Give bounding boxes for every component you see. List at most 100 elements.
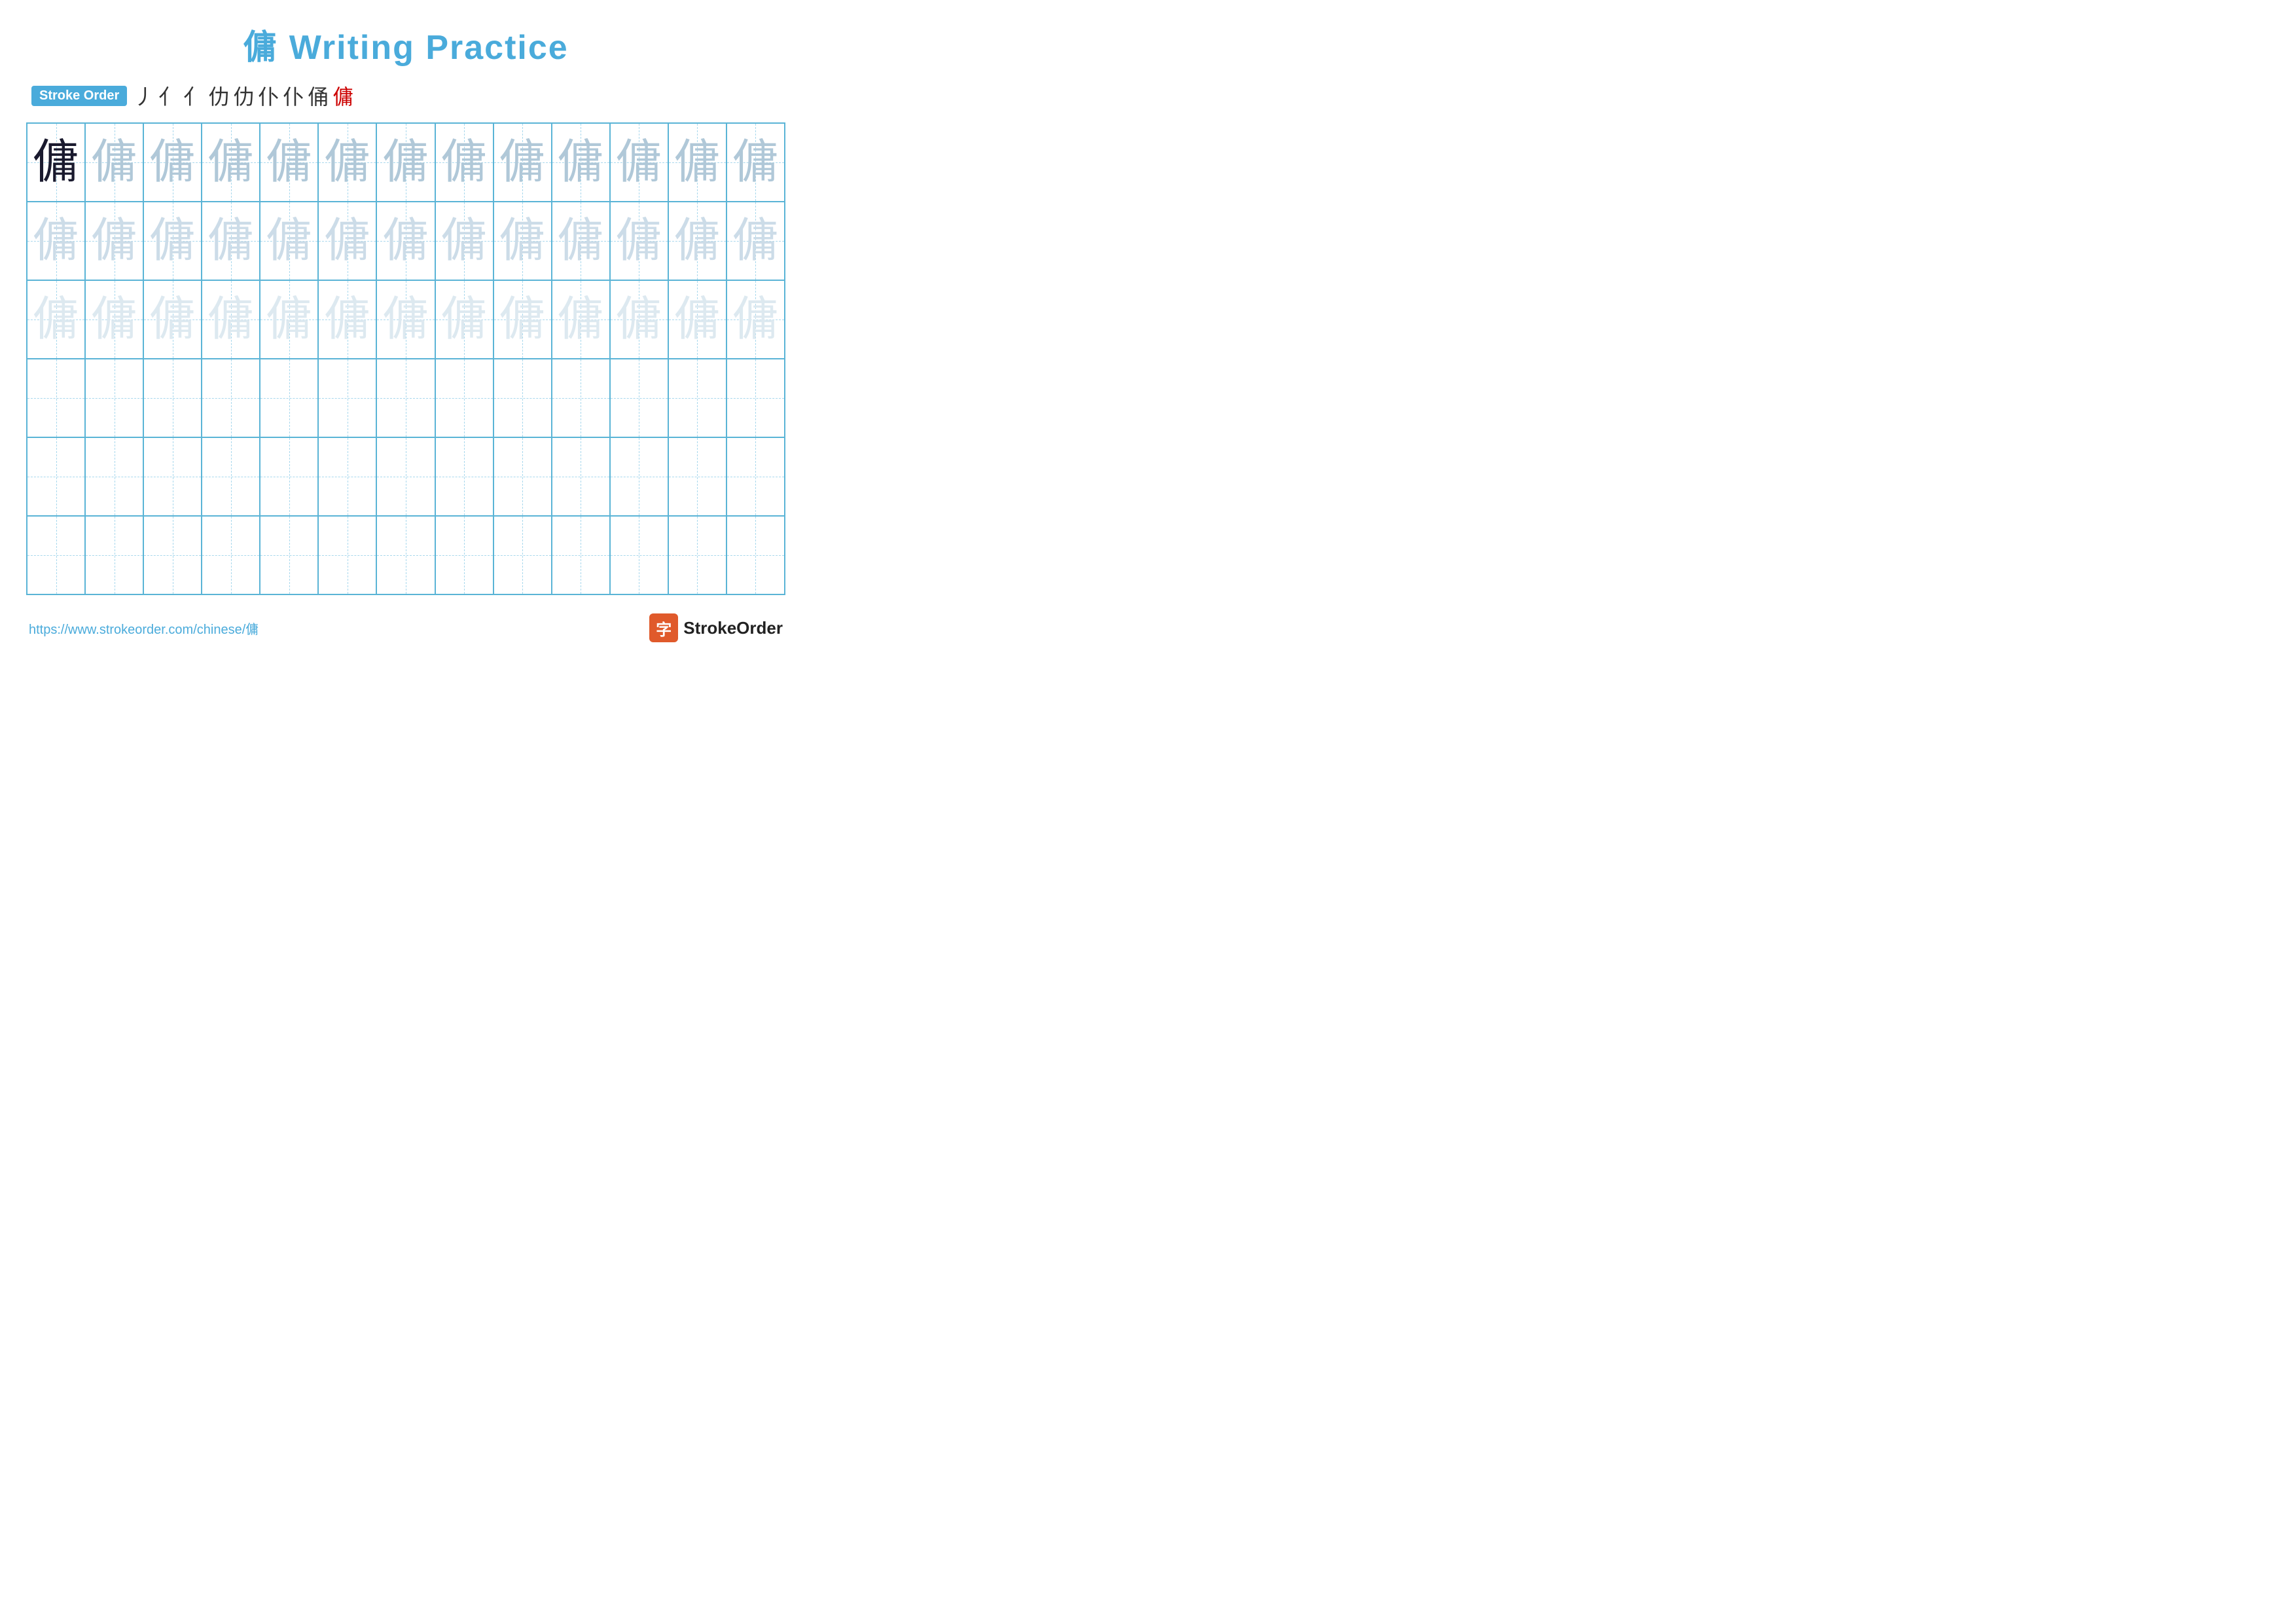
character-display: 傭 (382, 217, 429, 264)
grid-cell[interactable]: 傭 (668, 123, 726, 202)
grid-cell[interactable]: 傭 (552, 202, 610, 280)
grid-cell-empty[interactable] (27, 359, 85, 437)
grid-cell-empty[interactable] (318, 516, 376, 594)
character-display: 傭 (732, 139, 779, 186)
grid-cell[interactable]: 傭 (493, 123, 552, 202)
grid-cell-empty[interactable] (143, 359, 202, 437)
grid-cell[interactable]: 傭 (318, 280, 376, 359)
character-display: 傭 (91, 217, 138, 264)
grid-cell-empty[interactable] (318, 359, 376, 437)
grid-cell[interactable]: 傭 (610, 280, 668, 359)
grid-cell[interactable]: 傭 (143, 280, 202, 359)
grid-cell[interactable]: 傭 (610, 123, 668, 202)
stroke-sequence: 丿 亻 亻 仂 仂 仆 仆 俑 傭 (134, 81, 353, 111)
character-display: 傭 (732, 217, 779, 264)
character-display: 傭 (440, 296, 488, 343)
grid-cell[interactable]: 傭 (260, 280, 318, 359)
grid-cell[interactable]: 傭 (260, 202, 318, 280)
grid-cell-empty[interactable] (202, 359, 260, 437)
grid-cell[interactable]: 傭 (668, 202, 726, 280)
grid-cell-empty[interactable] (143, 437, 202, 516)
grid-cell[interactable]: 傭 (85, 202, 143, 280)
grid-cell[interactable]: 傭 (27, 280, 85, 359)
grid-cell-empty[interactable] (318, 437, 376, 516)
grid-cell-empty[interactable] (668, 437, 726, 516)
character-display: 傭 (266, 139, 313, 186)
grid-cell[interactable]: 傭 (493, 202, 552, 280)
grid-cell[interactable]: 傭 (202, 123, 260, 202)
stroke-order-row: Stroke Order 丿 亻 亻 仂 仂 仆 仆 俑 傭 (26, 81, 785, 111)
grid-cell[interactable]: 傭 (143, 202, 202, 280)
grid-cell-empty[interactable] (726, 437, 785, 516)
grid-cell[interactable]: 傭 (376, 202, 435, 280)
character-display: 傭 (324, 217, 371, 264)
grid-cell[interactable]: 傭 (610, 202, 668, 280)
grid-cell[interactable]: 傭 (726, 280, 785, 359)
grid-cell-empty[interactable] (27, 516, 85, 594)
grid-cell[interactable]: 傭 (435, 123, 493, 202)
grid-cell[interactable]: 傭 (85, 123, 143, 202)
grid-cell-empty[interactable] (435, 359, 493, 437)
grid-cell-empty[interactable] (27, 437, 85, 516)
grid-cell-empty[interactable] (260, 516, 318, 594)
grid-cell-empty[interactable] (85, 516, 143, 594)
grid-cell[interactable]: 傭 (260, 123, 318, 202)
footer-url[interactable]: https://www.strokeorder.com/chinese/傭 (29, 619, 259, 638)
grid-cell[interactable]: 傭 (726, 202, 785, 280)
grid-cell-empty[interactable] (260, 359, 318, 437)
grid-cell[interactable]: 傭 (726, 123, 785, 202)
grid-cell-empty[interactable] (260, 437, 318, 516)
grid-cell-empty[interactable] (552, 516, 610, 594)
grid-cell-empty[interactable] (552, 359, 610, 437)
character-display: 傭 (557, 296, 604, 343)
grid-cell-empty[interactable] (726, 359, 785, 437)
grid-cell-empty[interactable] (202, 437, 260, 516)
grid-cell-empty[interactable] (726, 516, 785, 594)
grid-cell[interactable]: 傭 (202, 202, 260, 280)
grid-cell-empty[interactable] (435, 437, 493, 516)
grid-cell[interactable]: 傭 (143, 123, 202, 202)
grid-cell-empty[interactable] (435, 516, 493, 594)
grid-cell[interactable]: 傭 (85, 280, 143, 359)
grid-cell-empty[interactable] (493, 437, 552, 516)
grid-cell[interactable]: 傭 (435, 280, 493, 359)
grid-cell[interactable]: 傭 (376, 280, 435, 359)
grid-cell-empty[interactable] (85, 359, 143, 437)
grid-cell-empty[interactable] (143, 516, 202, 594)
character-display: 傭 (557, 139, 604, 186)
grid-cell[interactable]: 傭 (318, 123, 376, 202)
grid-cell-empty[interactable] (610, 516, 668, 594)
grid-cell-empty[interactable] (668, 359, 726, 437)
grid-cell-empty[interactable] (493, 516, 552, 594)
grid-cell-empty[interactable] (202, 516, 260, 594)
character-display: 傭 (499, 217, 546, 264)
grid-cell-empty[interactable] (493, 359, 552, 437)
grid-cell-empty[interactable] (85, 437, 143, 516)
footer: https://www.strokeorder.com/chinese/傭 字 … (26, 613, 785, 642)
grid-cell[interactable]: 傭 (376, 123, 435, 202)
grid-cell-empty[interactable] (376, 437, 435, 516)
grid-cell[interactable]: 傭 (668, 280, 726, 359)
grid-cell[interactable]: 傭 (318, 202, 376, 280)
stroke-3: 亻 (183, 81, 204, 111)
grid-cell-empty[interactable] (610, 437, 668, 516)
grid-cell[interactable]: 傭 (493, 280, 552, 359)
grid-cell-empty[interactable] (376, 516, 435, 594)
grid-cell-empty[interactable] (668, 516, 726, 594)
character-display: 傭 (557, 217, 604, 264)
grid-cell-empty[interactable] (376, 359, 435, 437)
grid-cell[interactable]: 傭 (435, 202, 493, 280)
grid-cell[interactable]: 傭 (202, 280, 260, 359)
character-display: 傭 (673, 296, 721, 343)
stroke-5: 仂 (233, 81, 254, 111)
grid-cell[interactable]: 傭 (552, 123, 610, 202)
grid-cell[interactable]: 傭 (27, 202, 85, 280)
character-display: 傭 (266, 296, 313, 343)
grid-cell-empty[interactable] (552, 437, 610, 516)
grid-cell[interactable]: 傭 (552, 280, 610, 359)
logo-icon: 字 (649, 613, 678, 642)
character-display: 傭 (266, 217, 313, 264)
grid-cell[interactable]: 傭 (27, 123, 85, 202)
stroke-2: 亻 (158, 81, 179, 111)
grid-cell-empty[interactable] (610, 359, 668, 437)
